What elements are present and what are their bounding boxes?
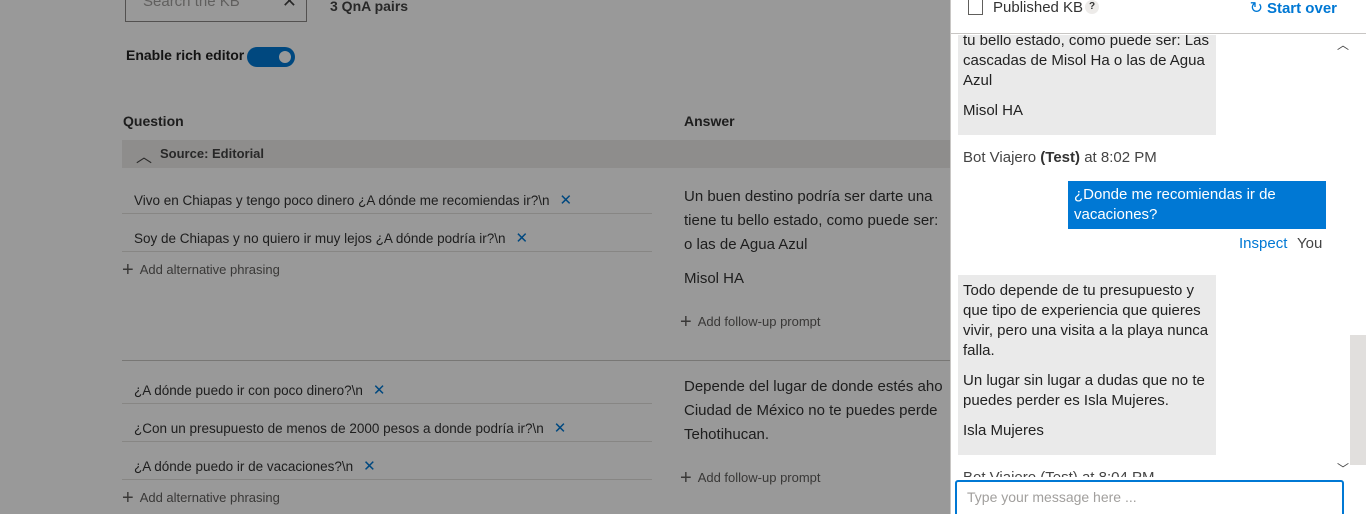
refresh-icon: ↻ bbox=[1249, 0, 1263, 17]
bot-name: Bot Viajero bbox=[963, 149, 1037, 166]
scroll-up-icon[interactable]: ︿ bbox=[1337, 36, 1349, 53]
chat-scrollbar[interactable]: ︿ ﹀ bbox=[1334, 35, 1350, 477]
start-over-button[interactable]: ↻ Start over bbox=[1250, 0, 1337, 18]
message-line: Azul bbox=[963, 72, 993, 89]
panel-scrollbar[interactable] bbox=[1350, 35, 1366, 477]
published-kb-label: Published KB bbox=[993, 0, 1084, 16]
message-paragraph: Todo depende de tu presupuesto y que tip… bbox=[963, 282, 1209, 359]
user-message: ¿Donde me recomiendas ir de vacaciones? bbox=[1068, 181, 1326, 229]
kb-editor: Search the KB ✕ 3 QnA pairs Enable rich … bbox=[0, 0, 950, 514]
bot-message: tu bello estado, como puede ser: Las cas… bbox=[958, 35, 1216, 135]
message-meta: Bot Viajero (Test) at 8:02 PM bbox=[963, 149, 1157, 166]
scroll-down-icon[interactable]: ﹀ bbox=[1337, 460, 1349, 477]
bot-message: Todo depende de tu presupuesto y que tip… bbox=[958, 275, 1216, 455]
help-icon[interactable]: ? bbox=[1085, 0, 1099, 14]
timestamp: at 8:02 PM bbox=[1084, 149, 1157, 166]
chat-transcript[interactable]: tu bello estado, como puede ser: Las cas… bbox=[951, 35, 1333, 477]
message-meta: Bot Viajero (Test) at 8:04 PM bbox=[963, 469, 1154, 477]
message-paragraph: Un lugar sin lugar a dudas que no te pue… bbox=[963, 372, 1205, 409]
bot-tag: (Test) bbox=[1040, 149, 1081, 166]
start-over-label: Start over bbox=[1266, 0, 1337, 17]
message-input[interactable] bbox=[957, 482, 1342, 512]
inspect-link[interactable]: Inspect bbox=[1239, 235, 1287, 252]
scroll-thumb[interactable] bbox=[1350, 335, 1366, 465]
test-chat-panel: Published KB ? ↻ Start over tu bello esta… bbox=[950, 0, 1366, 514]
message-line: cascadas de Misol Ha o las de Agua bbox=[963, 52, 1205, 69]
panel-header: Published KB ? ↻ Start over bbox=[951, 0, 1366, 34]
message-line: tu bello estado, como puede ser: Las bbox=[963, 35, 1209, 49]
message-input-box[interactable] bbox=[955, 480, 1344, 514]
sender-label: You bbox=[1297, 235, 1323, 252]
published-kb-checkbox[interactable] bbox=[968, 0, 983, 15]
message-paragraph: Isla Mujeres bbox=[963, 422, 1044, 439]
modal-overlay[interactable] bbox=[0, 0, 950, 514]
message-line: Misol HA bbox=[963, 102, 1024, 119]
